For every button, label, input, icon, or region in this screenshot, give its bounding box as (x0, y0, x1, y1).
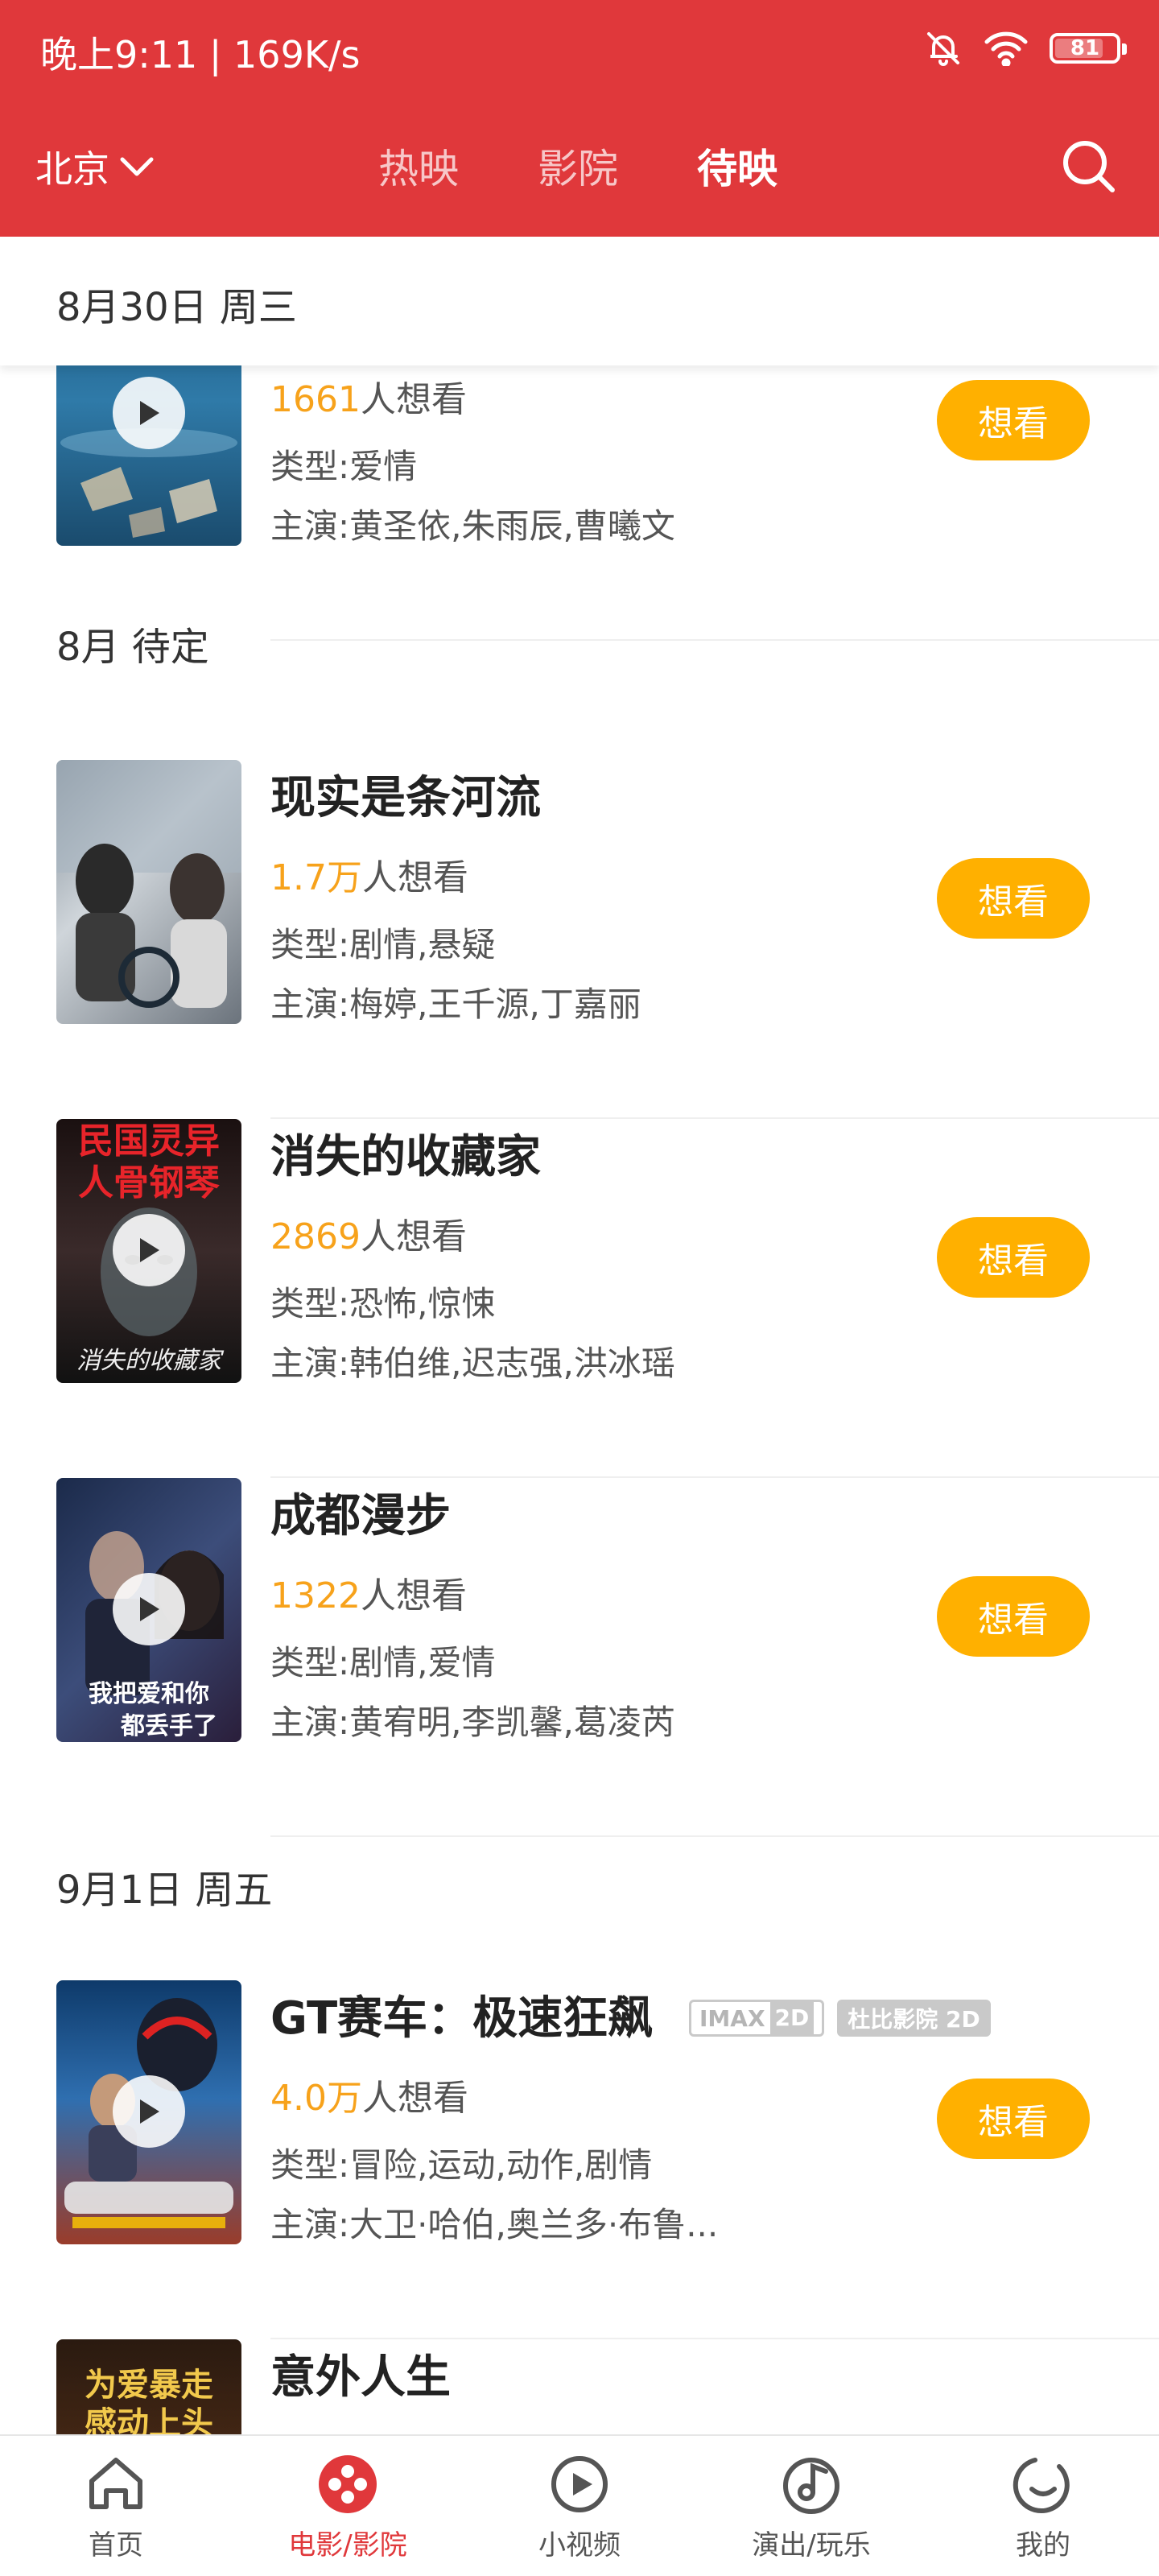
movie-poster[interactable]: 为爱暴走 感动上头 (56, 2339, 241, 2434)
wifi-icon (984, 31, 1028, 66)
imax-label: IMAX (699, 2004, 765, 2032)
tab-coming-soon[interactable]: 待映 (697, 137, 777, 195)
list-item-movie[interactable]: GT赛车：极速狂飙 IMAX 2D 杜比影院 2D 4.0万人想看 类型:冒险,… (0, 1980, 1159, 2339)
movie-poster[interactable] (56, 365, 241, 546)
play-icon[interactable] (113, 1573, 185, 1645)
want-button[interactable]: 想看 (937, 858, 1090, 939)
film-reel-icon (319, 2455, 377, 2513)
movie-genre: 类型:爱情 (270, 447, 418, 486)
movie-list[interactable]: 1661人想看 类型:爱情 主演:黄圣依,朱雨辰,曹曦文 想看 8月 待定 现实… (0, 365, 1159, 2434)
want-button[interactable]: 想看 (937, 1576, 1090, 1657)
poster-text: 人骨钢琴 (78, 1162, 220, 1203)
movie-title[interactable]: 现实是条河流 (270, 762, 541, 827)
movie-poster[interactable] (56, 1980, 241, 2244)
search-icon[interactable] (1059, 137, 1117, 195)
movie-cast: 主演:韩伯维,迟志强,洪冰瑶 (270, 1344, 675, 1383)
poster-artwork (56, 760, 241, 1008)
section-date-title: 9月1日 周五 (56, 1868, 273, 1913)
want-button[interactable]: 想看 (937, 380, 1090, 460)
nav-item-profile[interactable]: 我的 (927, 2436, 1159, 2576)
nav-item-home[interactable]: 首页 (0, 2436, 232, 2576)
movie-genre: 类型:剧情,悬疑 (270, 925, 496, 964)
want-button[interactable]: 想看 (937, 1217, 1090, 1298)
city-label: 北京 (35, 147, 109, 191)
movie-title[interactable]: 意外人生 (270, 2341, 451, 2406)
imax-badge: IMAX 2D (689, 2000, 825, 2037)
sticky-date-label: 8月30日 周三 (56, 285, 297, 330)
list-item-movie[interactable]: 民国灵异 人骨钢琴 消失的收藏家 消失的收藏家 2869人想看 类型:恐怖,惊悚… (0, 1119, 1159, 1478)
profile-icon (1013, 2458, 1070, 2514)
tab-cinemas[interactable]: 影院 (538, 137, 618, 195)
nav-label: 首页 (89, 2529, 143, 2562)
movie-cast: 主演:梅婷,王千源,丁嘉丽 (270, 985, 641, 1024)
nav-label: 小视频 (538, 2529, 621, 2562)
battery-level: 81 (1070, 36, 1100, 60)
want-count: 1322人想看 (270, 1575, 467, 1616)
movie-cast: 主演:黄圣依,朱雨辰,曹曦文 (270, 506, 675, 546)
battery-indicator: 81 (1050, 33, 1127, 64)
dolby-badge: 杜比影院 2D (837, 2000, 991, 2037)
chevron-down-icon (120, 157, 154, 176)
want-count: 1.7万人想看 (270, 857, 468, 898)
movie-poster[interactable]: 我把爱和你 都丢手了 (56, 1478, 241, 1742)
status-time-speed: 晚上9:11 | 169K/s (40, 33, 361, 76)
play-icon[interactable] (113, 377, 185, 449)
movie-cast: 主演:大卫·哈伯,奥兰多·布鲁... (270, 2205, 719, 2244)
poster-text: 都丢手了 (120, 1712, 217, 1740)
format-badges: IMAX 2D 杜比影院 2D (689, 2000, 991, 2037)
home-icon (89, 2458, 142, 2509)
list-item-movie[interactable]: 我把爱和你 都丢手了 成都漫步 1322人想看 类型:剧情,爱情 主演:黄宥明,… (0, 1478, 1159, 1837)
want-count: 1661人想看 (270, 379, 467, 420)
play-icon[interactable] (113, 1214, 185, 1286)
nav-item-shows[interactable]: 演出/玩乐 (695, 2436, 927, 2576)
poster-text: 消失的收藏家 (76, 1347, 225, 1375)
movie-title[interactable]: 消失的收藏家 (270, 1121, 541, 1186)
want-count: 4.0万人想看 (270, 2078, 468, 2119)
want-count: 2869人想看 (270, 1216, 467, 1257)
movie-cast: 主演:黄宥明,李凯馨,葛凌芮 (270, 1703, 675, 1742)
sticky-date-header: 8月30日 周三 (0, 237, 1159, 365)
want-button[interactable]: 想看 (937, 2079, 1090, 2159)
list-item-movie[interactable]: 现实是条河流 1.7万人想看 类型:剧情,悬疑 主演:梅婷,王千源,丁嘉丽 想看 (0, 760, 1159, 1119)
status-bar: 晚上9:11 | 169K/s 81 (0, 0, 1159, 97)
poster-artwork: 为爱暴走 感动上头 (85, 2367, 213, 2434)
status-icons: 81 (924, 24, 1127, 72)
poster-text: 为爱暴走 (85, 2367, 213, 2404)
movie-title[interactable]: GT赛车：极速狂飙 (270, 1982, 653, 2047)
movie-genre: 类型:剧情,爱情 (270, 1643, 496, 1682)
poster-text: 感动上头 (85, 2405, 213, 2434)
nav-item-movies[interactable]: 电影/影院 (232, 2436, 464, 2576)
movie-poster[interactable] (56, 760, 241, 1024)
poster-text: 我把爱和你 (89, 1680, 209, 1708)
movie-title[interactable]: 成都漫步 (270, 1480, 451, 1545)
mute-bell-icon (927, 32, 959, 66)
divider (270, 639, 1159, 641)
poster-text: 民国灵异 (78, 1121, 220, 1162)
movie-genre: 类型:冒险,运动,动作,剧情 (270, 2145, 653, 2185)
list-item-movie[interactable]: 1661人想看 类型:爱情 主演:黄圣依,朱雨辰,曹曦文 想看 (0, 365, 1159, 641)
play-icon[interactable] (113, 2075, 185, 2148)
tab-now-showing[interactable]: 热映 (378, 137, 459, 195)
play-circle-icon (551, 2456, 608, 2512)
imax-2d-label: 2D (769, 2002, 815, 2034)
movie-poster[interactable]: 民国灵异 人骨钢琴 消失的收藏家 (56, 1119, 241, 1383)
nav-item-short-video[interactable]: 小视频 (464, 2436, 695, 2576)
top-nav: 北京 热映 影院 待映 (0, 121, 1159, 250)
city-selector[interactable]: 北京 (35, 140, 155, 193)
nav-label: 我的 (1016, 2529, 1070, 2562)
music-note-icon (783, 2458, 839, 2514)
divider (270, 1835, 1159, 1837)
nav-label: 电影/影院 (288, 2529, 407, 2562)
section-date-title: 8月 待定 (56, 625, 209, 670)
movie-genre: 类型:恐怖,惊悚 (270, 1284, 496, 1323)
bottom-navigation: 首页 电影/影院 小视频 演出/玩乐 我的 (0, 2434, 1159, 2576)
nav-label: 演出/玩乐 (752, 2529, 871, 2562)
list-item-movie[interactable]: 为爱暴走 感动上头 意外人生 (0, 2339, 1159, 2434)
app-header: 晚上9:11 | 169K/s 81 北京 热映 影院 待映 (0, 0, 1159, 250)
